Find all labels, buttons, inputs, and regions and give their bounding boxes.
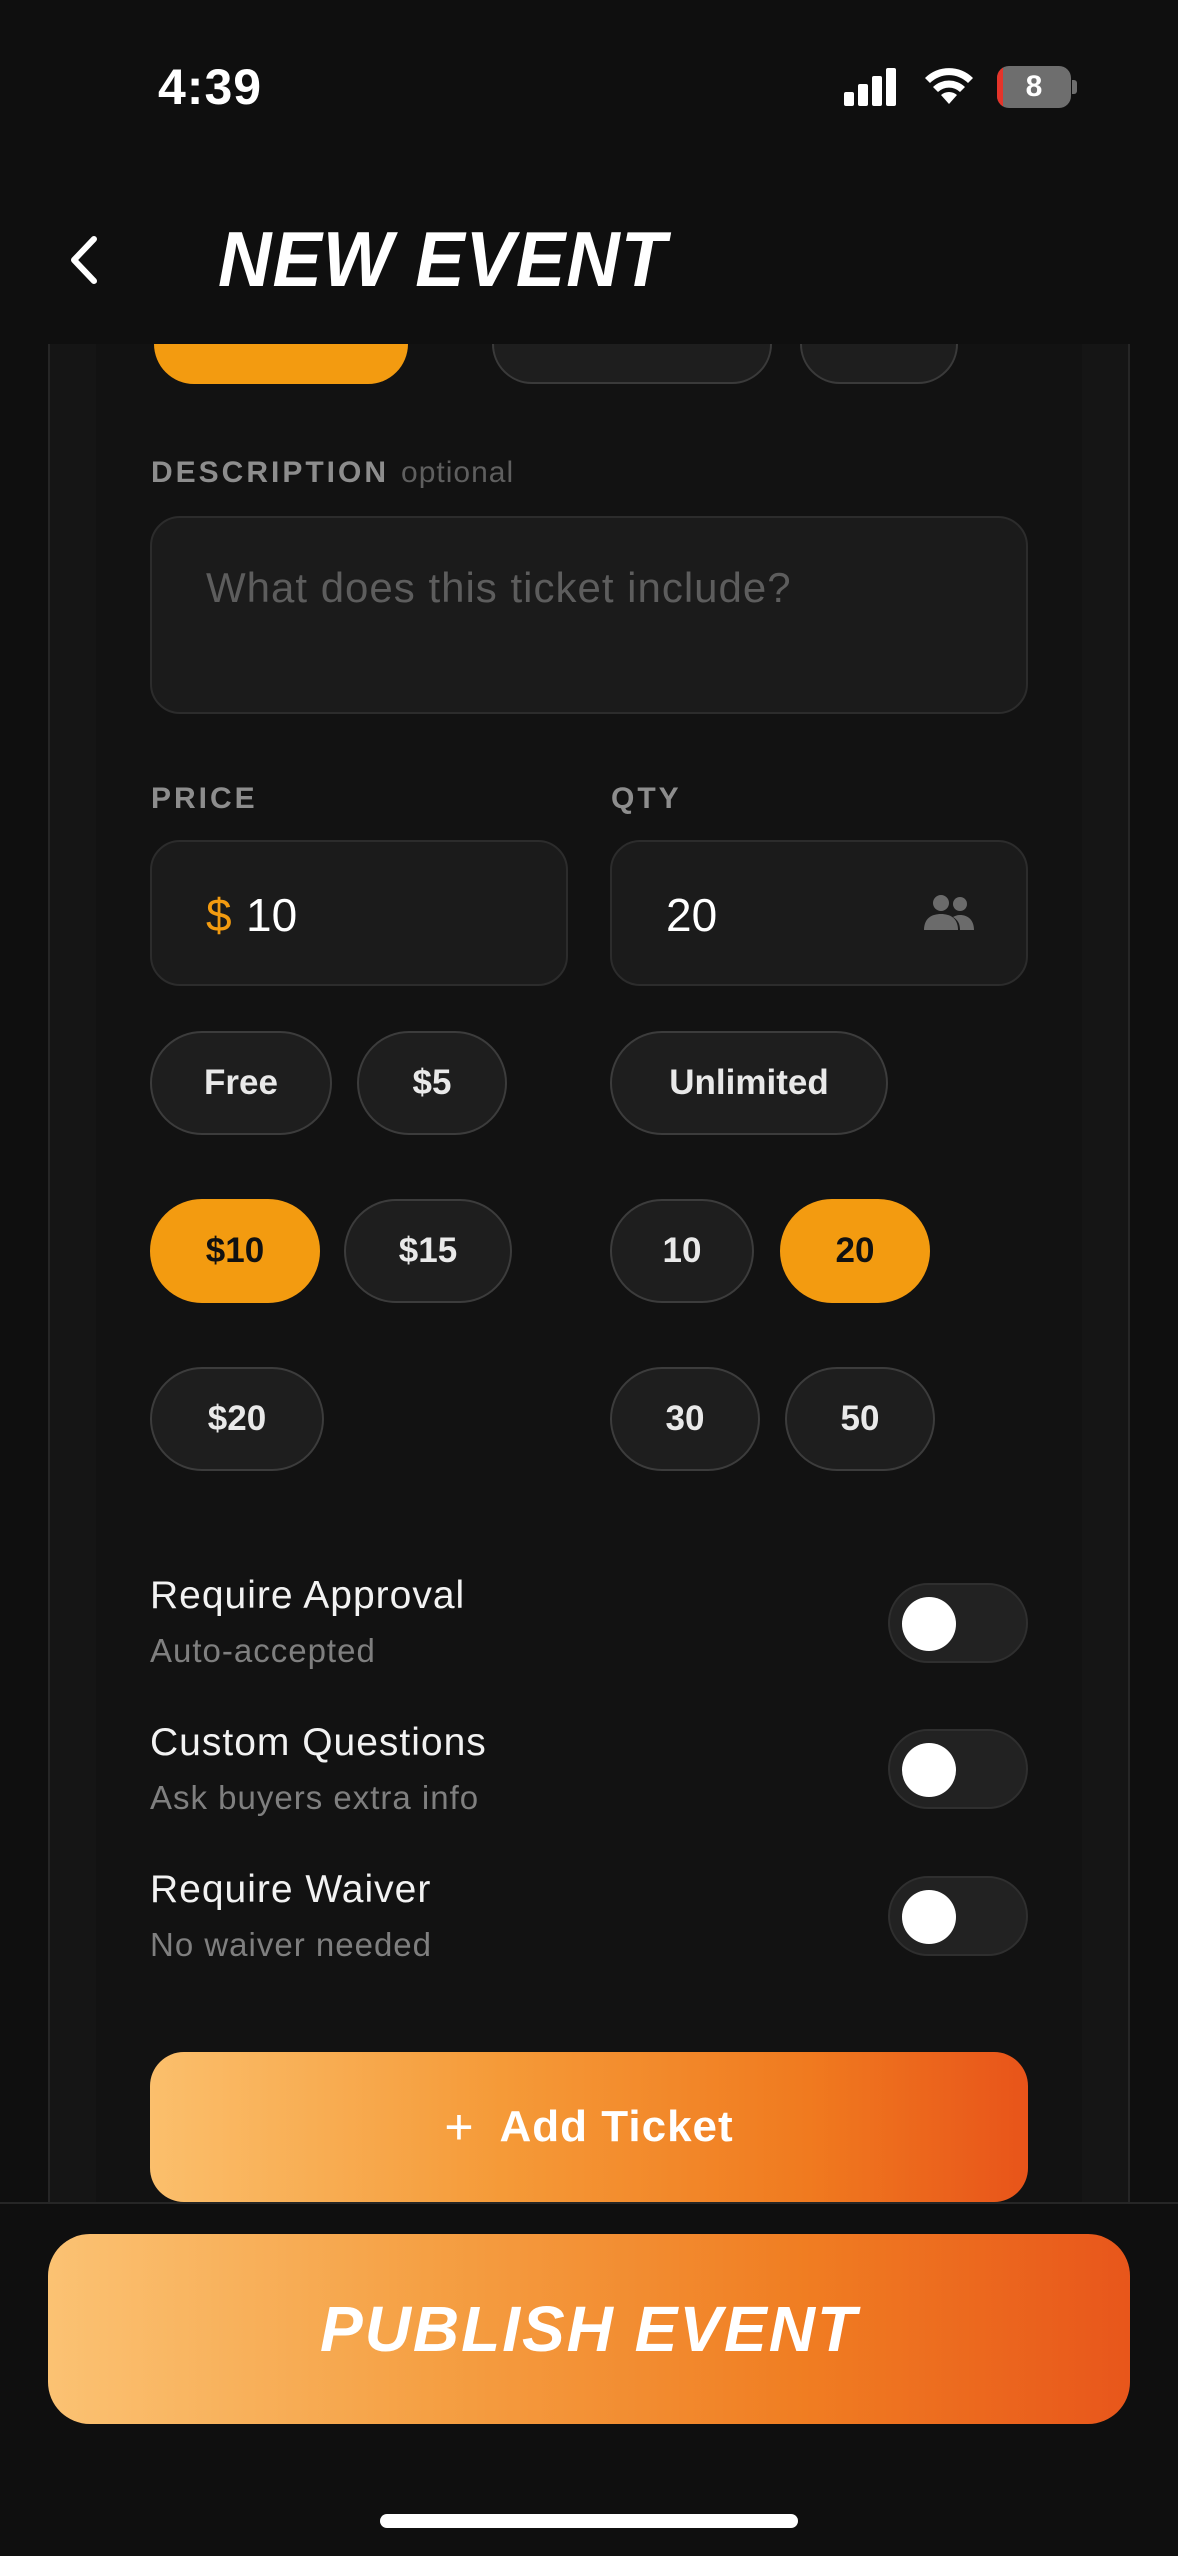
add-ticket-button[interactable]: + Add Ticket [150, 2052, 1028, 2202]
price-chip-5[interactable]: $5 [357, 1031, 507, 1135]
price-label: PRICE [151, 782, 258, 815]
description-placeholder: What does this ticket include? [206, 564, 792, 611]
cellular-signal-icon [844, 68, 898, 106]
publish-event-label: PUBLISH EVENT [319, 2293, 859, 2365]
status-time: 4:39 [158, 59, 263, 115]
require-waiver-toggle[interactable] [888, 1876, 1028, 1956]
currency-symbol: $ [206, 889, 232, 941]
custom-questions-subtitle: Ask buyers extra info [150, 1779, 480, 1816]
optional-hint: optional [401, 456, 515, 489]
toggle-knob [902, 1743, 956, 1797]
price-input[interactable]: $ 10 [150, 840, 568, 986]
wifi-icon [925, 68, 973, 104]
qty-chip-10[interactable]: 10 [610, 1199, 754, 1303]
require-approval-subtitle: Auto-accepted [150, 1632, 376, 1669]
chevron-left-icon[interactable] [60, 225, 108, 295]
require-approval-title: Require Approval [150, 1574, 466, 1617]
ticket-type-chip-selected[interactable] [154, 344, 408, 384]
qty-value: 20 [666, 889, 718, 941]
qty-label: QTY [611, 782, 682, 815]
price-value: 10 [246, 889, 298, 941]
home-indicator[interactable] [380, 2514, 798, 2528]
price-chip-20[interactable]: $20 [150, 1367, 324, 1471]
qty-chip-50[interactable]: 50 [785, 1367, 935, 1471]
people-icon [924, 895, 974, 930]
publish-event-button[interactable]: PUBLISH EVENT [48, 2234, 1130, 2424]
add-ticket-label: Add Ticket [499, 2102, 734, 2151]
custom-questions-toggle[interactable] [888, 1729, 1028, 1809]
plus-icon: + [444, 2099, 474, 2155]
require-waiver-title: Require Waiver [150, 1868, 432, 1911]
new-event-screen: 4:39 8 NEW EVENT DESCRIPTION optional Wha… [0, 0, 1178, 2556]
qty-chip-unlimited[interactable]: Unlimited [610, 1031, 888, 1135]
toggle-knob [902, 1597, 956, 1651]
qty-input[interactable]: 20 [610, 840, 1028, 986]
price-chip-15[interactable]: $15 [344, 1199, 512, 1303]
ticket-type-chip[interactable] [800, 344, 958, 384]
qty-chip-30[interactable]: 30 [610, 1367, 760, 1471]
page-title: NEW EVENT [218, 215, 667, 304]
require-approval-toggle[interactable] [888, 1583, 1028, 1663]
custom-questions-title: Custom Questions [150, 1721, 487, 1764]
price-chip-free[interactable]: Free [150, 1031, 332, 1135]
toggle-knob [902, 1890, 956, 1944]
battery-icon: 8 [997, 66, 1077, 108]
description-label: DESCRIPTION optional [151, 456, 515, 489]
require-waiver-subtitle: No waiver needed [150, 1926, 432, 1963]
price-chip-10-selected[interactable]: $10 [150, 1199, 320, 1303]
ticket-type-chip[interactable] [492, 344, 772, 384]
battery-level: 8 [1025, 70, 1043, 103]
qty-chip-20-selected[interactable]: 20 [780, 1199, 930, 1303]
description-input[interactable]: What does this ticket include? [150, 516, 1028, 714]
